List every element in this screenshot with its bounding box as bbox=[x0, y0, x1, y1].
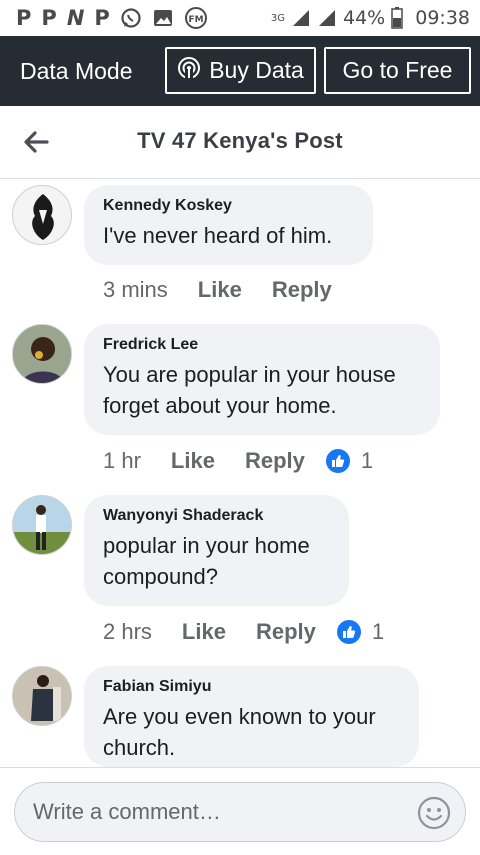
battery-percent: 44% bbox=[343, 7, 386, 29]
comment-input[interactable] bbox=[31, 798, 405, 826]
avatar[interactable] bbox=[12, 666, 72, 726]
like-button[interactable]: Like bbox=[171, 448, 215, 474]
comment-bubble: Wanyonyi Shaderack popular in your home … bbox=[84, 495, 349, 606]
comment-text: Are you even known to your church. bbox=[103, 704, 376, 760]
comment-actions: 2 hrs Like Reply 1 bbox=[103, 619, 384, 645]
reaction-count[interactable]: 1 bbox=[324, 448, 374, 474]
network-type: 3G bbox=[270, 12, 285, 24]
comment-author[interactable]: Kennedy Koskey bbox=[103, 197, 353, 215]
notification-icons: P P N P FM bbox=[16, 6, 208, 30]
notification-p-icon: P bbox=[16, 5, 32, 30]
comment-bubble: Fabian Simiyu Are you even known to your… bbox=[84, 666, 419, 767]
comment-input-container[interactable] bbox=[14, 782, 466, 842]
comment-text: popular in your home compound? bbox=[103, 533, 310, 589]
like-reaction-icon bbox=[335, 619, 362, 645]
svg-text:FM: FM bbox=[188, 15, 203, 25]
avatar[interactable] bbox=[12, 324, 72, 384]
reply-button[interactable]: Reply bbox=[245, 448, 305, 474]
comments-list: Kennedy Koskey I've never heard of him. … bbox=[0, 179, 480, 767]
buy-data-button[interactable]: Buy Data bbox=[165, 47, 316, 94]
comment-bubble: Fredrick Lee You are popular in your hou… bbox=[84, 324, 440, 435]
reaction-number: 1 bbox=[360, 448, 374, 473]
notification-n-icon: N bbox=[66, 5, 85, 30]
comment-actions: 1 hr Like Reply 1 bbox=[103, 448, 373, 474]
data-mode-label: Data Mode bbox=[20, 57, 133, 84]
status-bar: P P N P FM 3G 44% 09:38 bbox=[0, 0, 480, 36]
avatar[interactable] bbox=[12, 495, 72, 555]
battery-icon bbox=[391, 7, 403, 29]
reaction-count[interactable]: 1 bbox=[335, 619, 385, 645]
emoji-icon[interactable] bbox=[417, 796, 451, 830]
comment-bubble: Kennedy Koskey I've never heard of him. bbox=[84, 185, 373, 265]
like-reaction-icon bbox=[324, 448, 351, 474]
whatsapp-icon bbox=[120, 7, 142, 29]
clock: 09:38 bbox=[415, 7, 470, 29]
notification-p-icon: P bbox=[41, 5, 57, 30]
image-icon bbox=[152, 7, 174, 29]
system-status: 3G 44% 09:38 bbox=[271, 7, 470, 29]
reply-button[interactable]: Reply bbox=[256, 619, 316, 645]
signal-icon bbox=[317, 8, 337, 28]
page-title: TV 47 Kenya's Post bbox=[137, 128, 343, 153]
signal-icon bbox=[291, 8, 311, 28]
reply-button[interactable]: Reply bbox=[272, 277, 332, 303]
comment-author[interactable]: Fredrick Lee bbox=[103, 336, 420, 354]
data-mode-bar: Data Mode Buy Data Go to Free bbox=[0, 36, 480, 106]
comment-text: You are popular in your house forget abo… bbox=[103, 362, 396, 418]
go-to-free-button[interactable]: Go to Free bbox=[324, 47, 471, 94]
comment-time: 3 mins bbox=[103, 277, 168, 302]
avatar[interactable] bbox=[12, 185, 72, 245]
broadcast-icon bbox=[177, 56, 201, 86]
comment-time: 1 hr bbox=[103, 448, 141, 473]
like-button[interactable]: Like bbox=[182, 619, 226, 645]
fm-radio-icon: FM bbox=[184, 6, 208, 30]
post-header: TV 47 Kenya's Post bbox=[0, 106, 480, 179]
comment-text: I've never heard of him. bbox=[103, 223, 333, 248]
notification-p-icon: P bbox=[94, 5, 110, 30]
buy-data-label: Buy Data bbox=[209, 57, 304, 83]
comment-author[interactable]: Fabian Simiyu bbox=[103, 678, 399, 696]
go-to-free-label: Go to Free bbox=[342, 57, 453, 83]
comment-author[interactable]: Wanyonyi Shaderack bbox=[103, 507, 329, 525]
reaction-number: 1 bbox=[371, 619, 385, 644]
comment-composer bbox=[0, 767, 480, 855]
comment-time: 2 hrs bbox=[103, 619, 152, 644]
comment-actions: 3 mins Like Reply bbox=[103, 277, 352, 303]
like-button[interactable]: Like bbox=[198, 277, 242, 303]
